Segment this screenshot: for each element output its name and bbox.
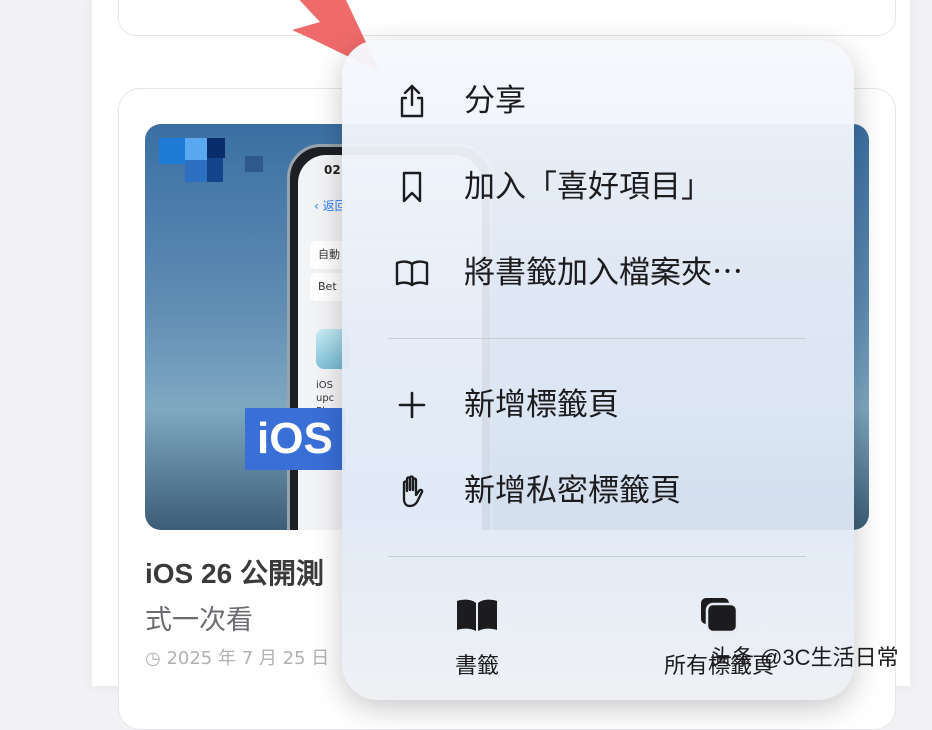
menu-item-label: 分享 bbox=[464, 83, 526, 118]
plus-icon bbox=[398, 391, 426, 419]
hand-icon bbox=[402, 475, 424, 508]
watermark: 头条 @3C生活日常 bbox=[710, 645, 899, 670]
bookmark-icon bbox=[402, 171, 422, 203]
menu-item-add-bookmark-folder[interactable]: 將書籤加入檔案夾⋯ bbox=[342, 238, 854, 308]
book-filled-icon bbox=[457, 599, 497, 631]
phone-time: 02 bbox=[324, 163, 341, 177]
book-open-icon bbox=[395, 260, 429, 287]
menu-item-share[interactable]: 分享 bbox=[342, 66, 854, 136]
previous-article-card[interactable] bbox=[118, 0, 896, 36]
menu-item-label: 新增標籤頁 bbox=[464, 387, 619, 422]
share-icon bbox=[400, 84, 424, 118]
bookmarks-button[interactable]: 書籤 bbox=[392, 580, 562, 690]
all-tabs-button[interactable]: 所有標籤頁 bbox=[634, 580, 804, 690]
menu-item-new-private-tab[interactable]: 新增私密標籤頁 bbox=[342, 456, 854, 526]
article-title[interactable]: iOS 26 公開測 bbox=[145, 552, 324, 592]
menu-item-add-favorites[interactable]: 加入「喜好項目」 bbox=[342, 152, 854, 222]
menu-item-label: 新增私密標籤頁 bbox=[464, 473, 681, 508]
article-date: ◷ 2025 年 7 月 25 日 bbox=[145, 648, 330, 669]
ios-badge: iOS bbox=[245, 408, 345, 470]
clock-icon: ◷ bbox=[145, 648, 161, 669]
menu-item-new-tab[interactable]: 新增標籤頁 bbox=[342, 370, 854, 440]
menu-divider bbox=[388, 556, 806, 557]
bookmarks-button-label: 書籤 bbox=[454, 653, 499, 678]
article-title-continued[interactable]: 式一次看 bbox=[145, 598, 253, 637]
tabs-icon bbox=[701, 598, 739, 634]
context-menu: 分享 加入「喜好項目」 將書籤加入檔案夾⋯ 新增標籤頁 新增私密標籤頁 書籤 所… bbox=[342, 40, 854, 700]
site-logo bbox=[159, 138, 269, 188]
menu-item-label: 將書籤加入檔案夾⋯ bbox=[464, 255, 743, 290]
menu-divider bbox=[388, 338, 806, 339]
menu-item-label: 加入「喜好項目」 bbox=[464, 169, 712, 204]
